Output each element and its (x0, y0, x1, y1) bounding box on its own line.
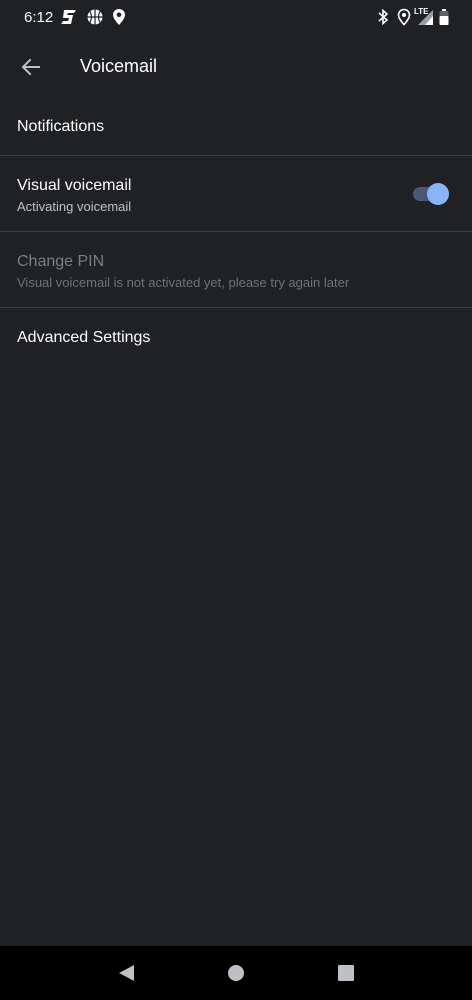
settings-list: Notifications Visual voicemail Activatin… (0, 98, 472, 368)
location-icon (395, 8, 413, 26)
battery-icon (438, 8, 450, 26)
notifications-title: Notifications (17, 118, 105, 135)
system-nav-bar (0, 946, 472, 1000)
arrow-back-icon (21, 58, 40, 76)
change-pin-title: Change PIN (17, 253, 105, 270)
advanced-settings-title: Advanced Settings (17, 329, 151, 346)
status-time: 6:12 (24, 9, 54, 26)
page-title: Voicemail (80, 56, 158, 76)
home-circle-icon (228, 965, 244, 981)
visual-voicemail-summary: Activating voicemail (17, 199, 132, 214)
visual-voicemail-toggle[interactable] (413, 182, 451, 206)
recents-square-icon (338, 965, 354, 981)
lte-signal-icon: LTE (414, 7, 434, 26)
visual-voicemail-title: Visual voicemail (17, 177, 132, 194)
advanced-settings-setting[interactable]: Advanced Settings (0, 308, 472, 368)
toggle-thumb (427, 183, 449, 205)
nav-back-button[interactable] (114, 961, 138, 985)
back-triangle-icon (119, 965, 134, 981)
location-pin-icon (110, 8, 128, 26)
visual-voicemail-setting[interactable]: Visual voicemail Activating voicemail (0, 156, 472, 231)
lte-label: LTE (414, 7, 429, 16)
voicemail-settings-screen: 6:12 LTE Voicemail Notifications Visual … (0, 0, 472, 1000)
sportsnet-icon (60, 8, 78, 26)
status-bar: 6:12 LTE (0, 0, 472, 36)
change-pin-summary: Visual voicemail is not activated yet, p… (17, 275, 350, 290)
app-bar: Voicemail (0, 36, 472, 98)
bluetooth-icon (374, 8, 392, 26)
nav-recents-button[interactable] (334, 961, 358, 985)
change-pin-setting: Change PIN Visual voicemail is not activ… (0, 232, 472, 307)
nav-home-button[interactable] (224, 961, 248, 985)
notifications-setting[interactable]: Notifications (0, 98, 472, 155)
change-pin-text: Change PIN Visual voicemail is not activ… (17, 252, 349, 291)
advanced-settings-text: Advanced Settings (17, 328, 150, 348)
visual-voicemail-text: Visual voicemail Activating voicemail (17, 176, 131, 215)
back-button[interactable] (14, 48, 48, 86)
basketball-icon (86, 8, 104, 26)
